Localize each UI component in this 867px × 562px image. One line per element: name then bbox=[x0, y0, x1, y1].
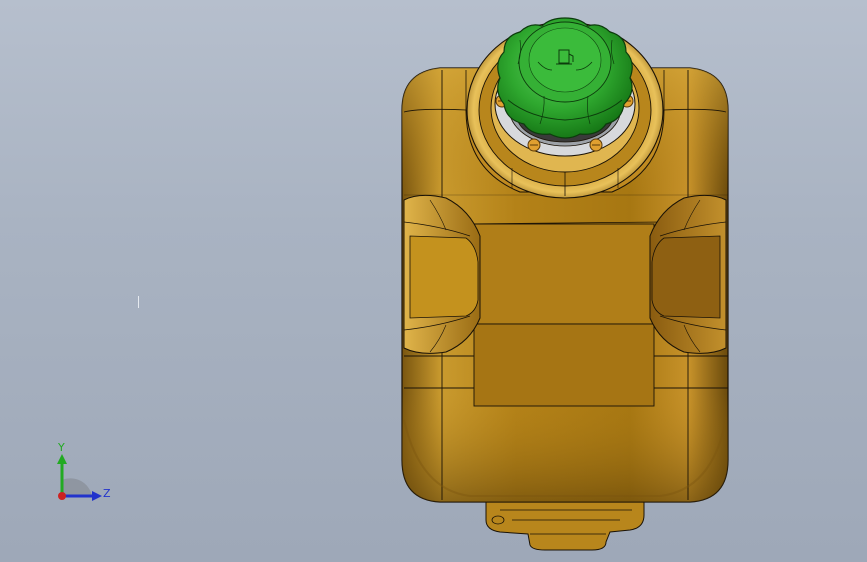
right-handle-recess bbox=[649, 194, 727, 354]
z-axis-label: Z bbox=[103, 487, 111, 500]
triad-plane-icon bbox=[62, 478, 92, 496]
screw-bottom-right bbox=[589, 138, 603, 152]
left-handle-recess bbox=[403, 194, 481, 354]
graphics-viewport[interactable]: Y Z bbox=[0, 0, 867, 562]
y-axis-label: Y bbox=[58, 441, 65, 454]
x-axis-origin-icon bbox=[58, 492, 66, 500]
tank-model[interactable] bbox=[0, 0, 867, 562]
screw-bottom-left bbox=[527, 138, 541, 152]
filler-cap[interactable] bbox=[497, 17, 633, 139]
text-cursor-icon bbox=[138, 296, 139, 308]
orientation-triad[interactable]: Y Z bbox=[40, 440, 120, 510]
tank-foot bbox=[485, 497, 645, 551]
